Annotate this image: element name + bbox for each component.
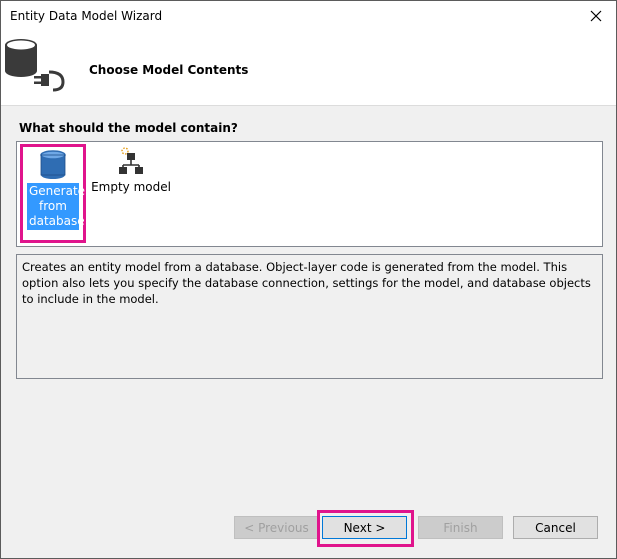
- option-generate-from-database[interactable]: Generate from database: [20, 144, 86, 243]
- page-heading: Choose Model Contents: [89, 63, 249, 77]
- option-label: Generate from database: [27, 183, 86, 230]
- database-icon: [40, 150, 66, 179]
- model-contents-question: What should the model contain?: [19, 121, 238, 135]
- close-icon: [590, 10, 602, 22]
- option-description-box: Creates an entity model from a database.…: [16, 254, 603, 379]
- option-description-text: Creates an entity model from a database.…: [22, 260, 591, 306]
- model-hierarchy-icon: [119, 147, 143, 174]
- cancel-button[interactable]: Cancel: [513, 516, 598, 539]
- model-contents-list: Generate from database Empty model: [16, 141, 603, 247]
- wizard-window: Entity Data Model Wizard Choose Model Co…: [0, 0, 617, 559]
- wizard-header: Choose Model Contents: [1, 31, 616, 106]
- next-button[interactable]: Next >: [322, 516, 407, 539]
- previous-button[interactable]: < Previous: [234, 516, 319, 539]
- close-button[interactable]: [576, 1, 616, 31]
- database-connection-icon: [5, 39, 65, 92]
- window-title: Entity Data Model Wizard: [10, 9, 163, 23]
- title-bar: Entity Data Model Wizard: [1, 1, 616, 31]
- option-label: Empty model: [91, 180, 171, 194]
- option-empty-model[interactable]: Empty model: [91, 146, 171, 194]
- finish-button[interactable]: Finish: [418, 516, 503, 539]
